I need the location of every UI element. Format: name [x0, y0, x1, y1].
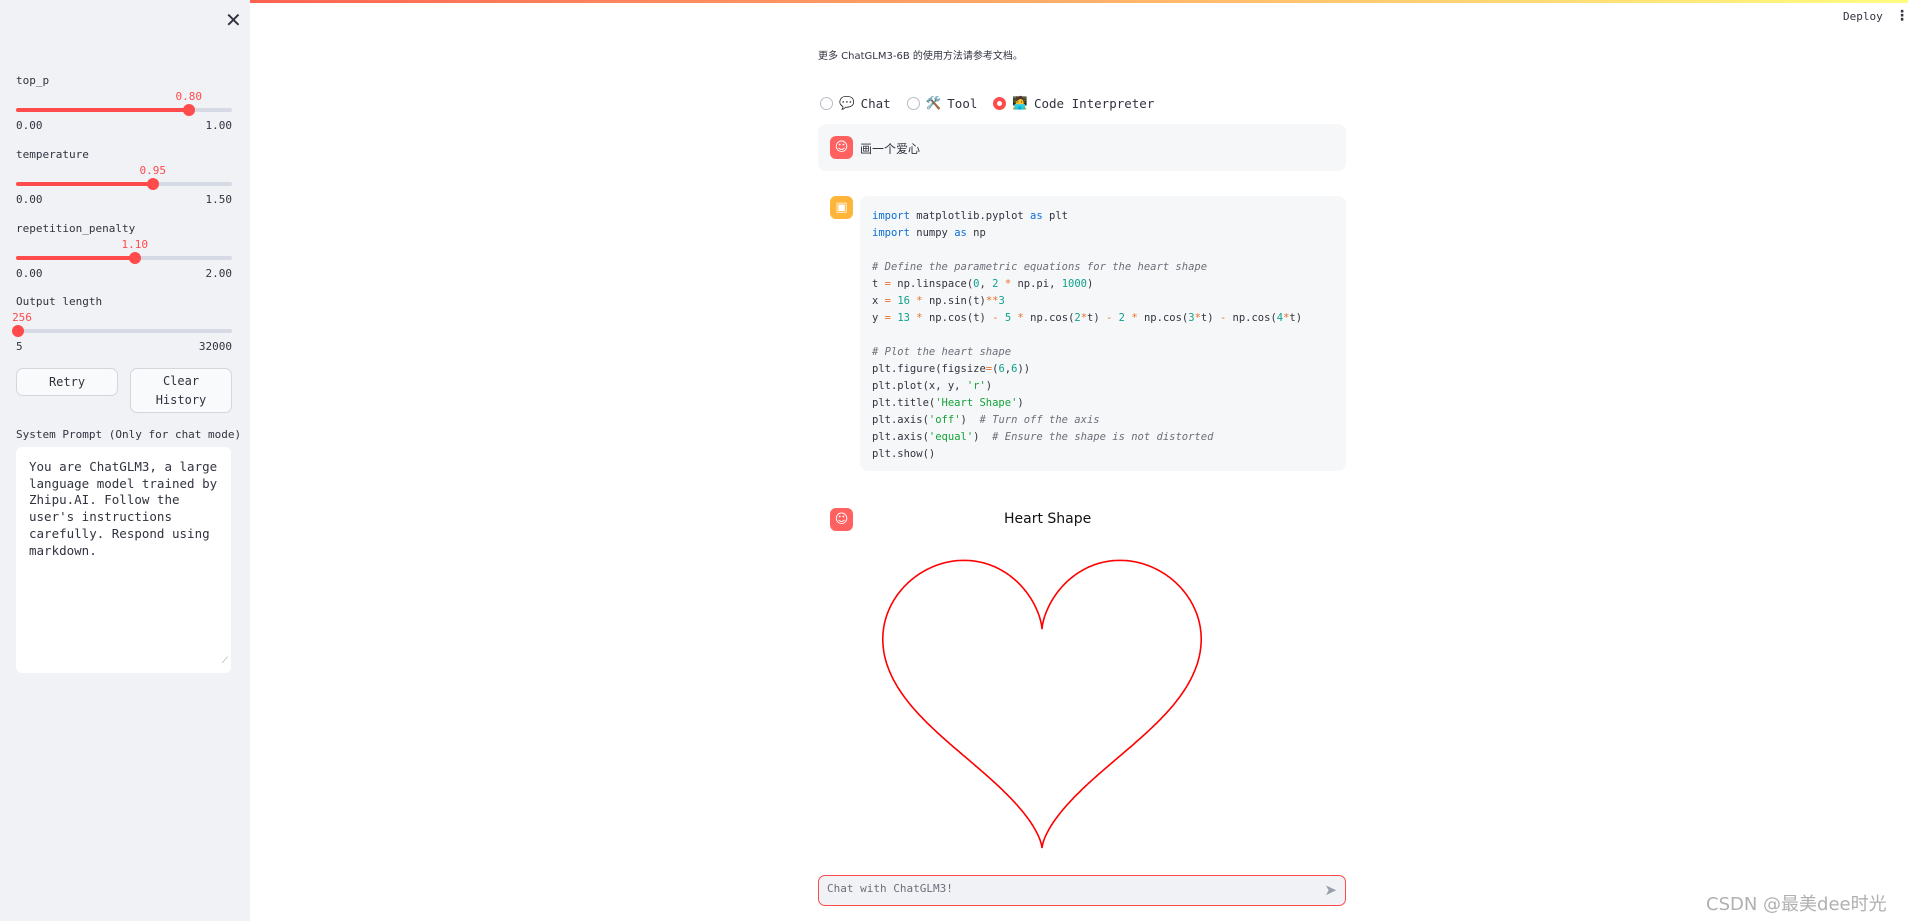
- heart-curve: [882, 559, 1202, 849]
- watermark: CSDN @最美dee时光: [1706, 894, 1887, 915]
- chat-input[interactable]: [827, 882, 1307, 895]
- chat-input-box: ➤: [818, 875, 1346, 906]
- send-icon[interactable]: ➤: [1324, 881, 1337, 899]
- heart-plot: [882, 559, 1202, 849]
